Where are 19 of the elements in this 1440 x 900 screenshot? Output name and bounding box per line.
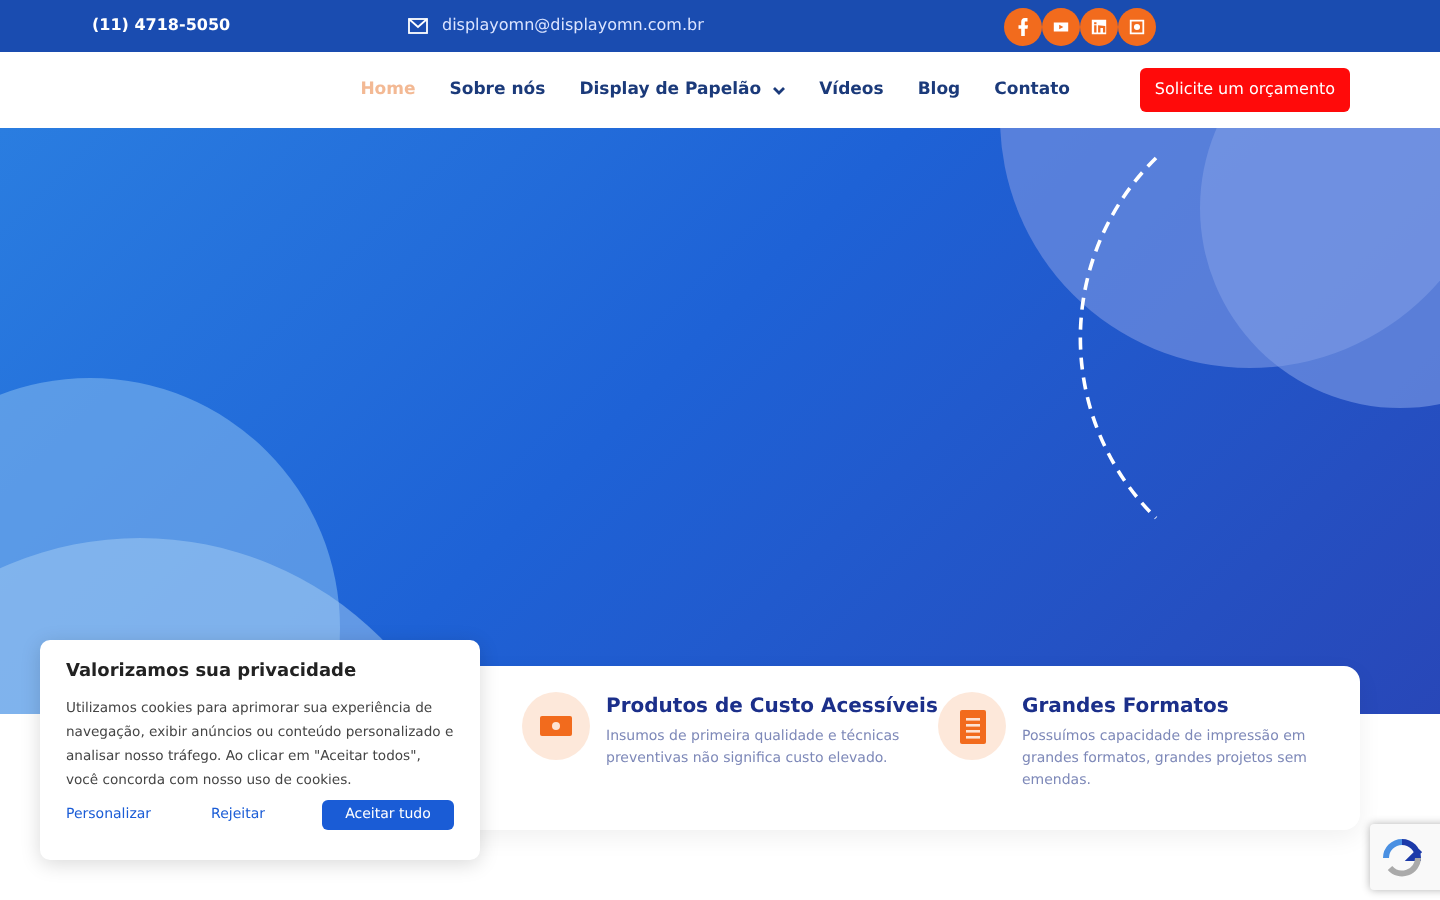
facebook-icon[interactable] [1004, 7, 1042, 45]
nav-link[interactable]: Contato [994, 77, 1070, 103]
nav-link[interactable]: Sobre nós [449, 77, 546, 103]
nav-link[interactable]: Blog [917, 77, 961, 103]
document-icon [959, 709, 985, 743]
envelope-icon [408, 18, 428, 34]
cookie-title: Valorizamos sua privacidade [66, 660, 359, 686]
linkedin-icon[interactable] [1080, 7, 1118, 45]
banknote-icon [540, 714, 572, 738]
nav-link[interactable]: Vídeos [819, 77, 884, 103]
email-link[interactable]: displayomn@displayomn.com.br [442, 14, 704, 38]
phone-number: (11) 4718-5050 [92, 14, 233, 38]
nav-link[interactable]: Display de Papelão [579, 77, 786, 103]
youtube-icon[interactable] [1042, 7, 1080, 45]
quote-button[interactable]: Solicite um orçamento [1140, 68, 1350, 112]
instagram-icon[interactable] [1118, 7, 1156, 45]
feature-title: Produtos de Custo Acessíveis [606, 694, 938, 722]
feature-title: Grandes Formatos [1022, 694, 1231, 722]
recaptcha-icon [1382, 837, 1422, 877]
